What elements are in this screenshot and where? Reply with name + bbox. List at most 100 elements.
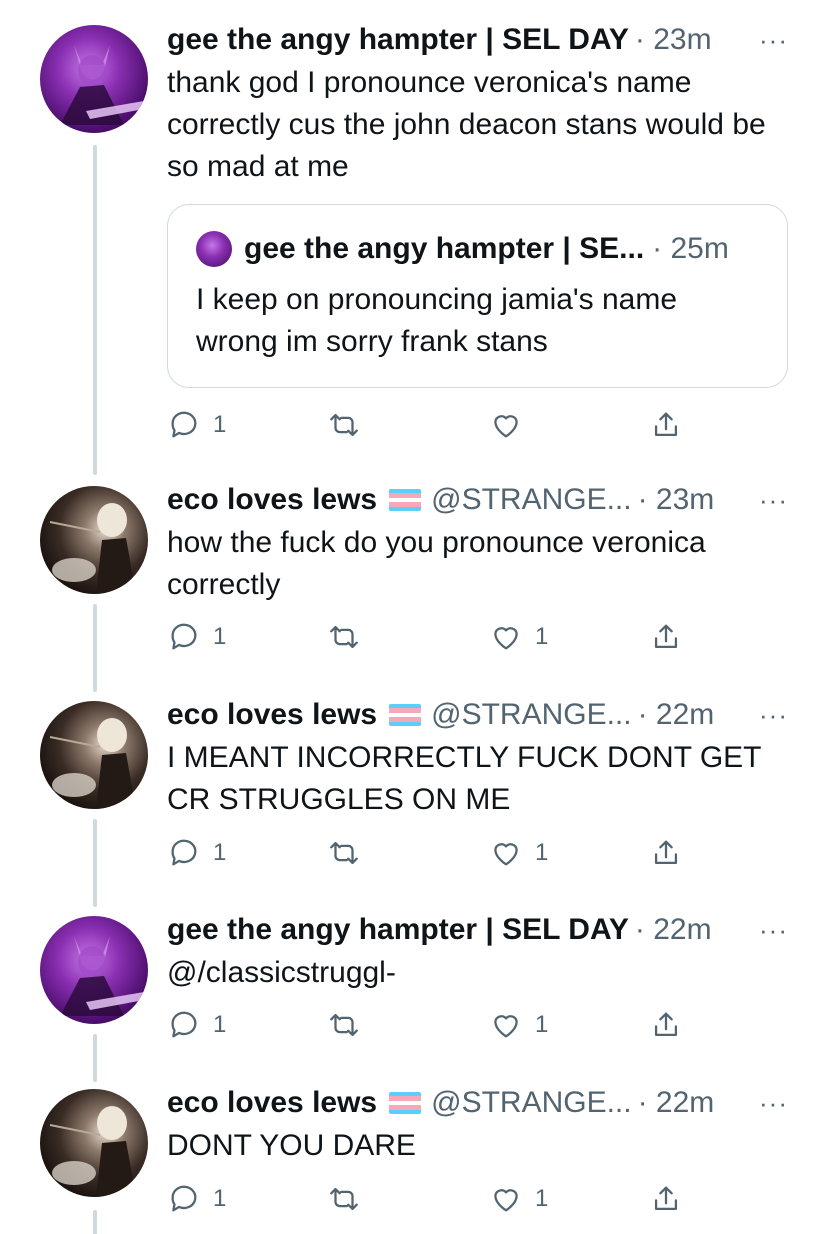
timestamp[interactable]: · 23m (635, 20, 712, 60)
retweet-button[interactable] (327, 408, 373, 442)
trans-flag-icon (389, 704, 422, 726)
reply-icon (171, 1185, 197, 1212)
reply-icon (171, 623, 197, 650)
share-icon (654, 412, 678, 437)
tweet-header: eco loves lews @STRANGE... · 22m ··· (167, 695, 788, 735)
tweet-actions: 1 1 (167, 1182, 687, 1222)
tweet-text: I MEANT INCORRECTLY FUCK DONT GET CR STR… (167, 741, 761, 816)
avatar-photo-icon (49, 503, 136, 594)
avatar-photo-icon (60, 936, 144, 1016)
thread-line (93, 1034, 97, 1082)
like-button[interactable]: 1 (489, 1182, 548, 1216)
timestamp[interactable]: · 22m (635, 910, 712, 950)
heart-icon (494, 1015, 518, 1038)
like-count: 1 (535, 623, 549, 650)
reply-button[interactable]: 1 (167, 1008, 226, 1042)
more-icon[interactable]: ··· (749, 20, 788, 60)
like-button[interactable]: 1 (489, 620, 548, 654)
like-button[interactable] (489, 408, 535, 442)
share-button[interactable] (649, 1182, 683, 1216)
more-icon[interactable]: ··· (749, 695, 788, 735)
reply-count: 1 (213, 839, 227, 866)
retweet-button[interactable] (327, 620, 373, 654)
user-handle[interactable]: @STRANGE... (431, 695, 631, 735)
share-icon (654, 840, 678, 865)
share-button[interactable] (649, 836, 683, 870)
avatar-photo-icon (60, 45, 144, 125)
reply-button[interactable]: 1 (167, 1182, 226, 1216)
like-button[interactable]: 1 (489, 836, 548, 870)
reply-button[interactable]: 1 (167, 620, 226, 654)
tweet-actions: 1 1 (167, 1008, 687, 1048)
quoted-tweet-header: gee the angy hampter | SE... · 25m (196, 229, 759, 269)
trans-flag-icon (389, 489, 422, 511)
retweet-button[interactable] (327, 1008, 373, 1042)
reply-button[interactable]: 1 (167, 836, 226, 870)
quoted-timestamp: · 25m (652, 232, 729, 265)
quoted-tweet-text: I keep on pronouncing jamia's name wrong… (196, 283, 678, 358)
display-name[interactable]: eco loves lews (167, 480, 377, 520)
like-button[interactable]: 1 (489, 1008, 548, 1042)
more-icon[interactable]: ··· (749, 480, 788, 520)
reply-icon (171, 1011, 197, 1038)
avatar[interactable] (40, 25, 148, 133)
avatar-photo-icon (49, 718, 136, 809)
retweet-button[interactable] (327, 836, 373, 870)
timestamp[interactable]: · 22m (638, 1083, 715, 1123)
avatar[interactable] (40, 916, 148, 1024)
share-button[interactable] (649, 1008, 683, 1042)
avatar[interactable] (40, 486, 148, 594)
display-name[interactable]: eco loves lews (167, 695, 377, 735)
timestamp[interactable]: · 23m (638, 480, 715, 520)
quoted-tweet[interactable]: gee the angy hampter | SE... · 25m I kee… (167, 204, 788, 388)
tweet-header: gee the angy hampter | SEL DAY · 23m ··· (167, 20, 788, 60)
display-name[interactable]: gee the angy hampter | SEL DAY (167, 910, 629, 950)
reply-icon (171, 411, 197, 438)
share-icon (654, 1012, 678, 1037)
more-icon[interactable]: ··· (749, 1083, 788, 1123)
retweet-icon (330, 625, 358, 649)
reply-count: 1 (213, 1185, 227, 1212)
display-name[interactable]: gee the angy hampter | SEL DAY (167, 20, 629, 60)
user-handle[interactable]: @STRANGE... (431, 1083, 631, 1123)
tweet-text: thank god I pronounce veronica's name co… (167, 66, 766, 183)
reply-count: 1 (213, 1011, 227, 1038)
trans-flag-icon (389, 1092, 422, 1114)
quoted-avatar (196, 231, 232, 267)
display-name[interactable]: eco loves lews (167, 1083, 377, 1123)
tweet-text: @/classicstruggl- (167, 956, 396, 989)
like-count: 1 (535, 1011, 549, 1038)
reply-button[interactable]: 1 (167, 408, 226, 442)
share-button[interactable] (649, 620, 683, 654)
retweet-icon (330, 1187, 358, 1211)
avatar[interactable] (40, 1089, 148, 1197)
timestamp[interactable]: · 22m (638, 695, 715, 735)
thread-line (93, 819, 97, 907)
like-count: 1 (535, 839, 549, 866)
share-icon (654, 1186, 678, 1211)
user-handle[interactable]: @STRANGE... (431, 480, 631, 520)
tweet-text: DONT YOU DARE (167, 1129, 416, 1162)
thread-line (93, 145, 97, 475)
retweet-icon (330, 413, 358, 437)
heart-icon (494, 1189, 518, 1212)
thread-line (93, 1210, 97, 1234)
reply-icon (171, 839, 197, 866)
tweet-header: gee the angy hampter | SEL DAY · 22m ··· (167, 910, 788, 950)
avatar[interactable] (40, 701, 148, 809)
like-count: 1 (535, 1185, 549, 1212)
retweet-icon (330, 841, 358, 865)
retweet-button[interactable] (327, 1182, 373, 1216)
tweet-header: eco loves lews @STRANGE... · 23m ··· (167, 480, 788, 520)
more-icon[interactable]: ··· (749, 910, 788, 950)
tweet-actions: 1 1 (167, 620, 687, 660)
tweet-actions: 1 1 (167, 836, 687, 876)
retweet-icon (330, 1013, 358, 1037)
share-icon (654, 624, 678, 649)
heart-icon (494, 415, 518, 438)
tweet-text: how the fuck do you pronounce veronica c… (167, 526, 706, 601)
heart-icon (494, 843, 518, 866)
reply-count: 1 (213, 411, 227, 438)
share-button[interactable] (649, 408, 683, 442)
reply-count: 1 (213, 623, 227, 650)
